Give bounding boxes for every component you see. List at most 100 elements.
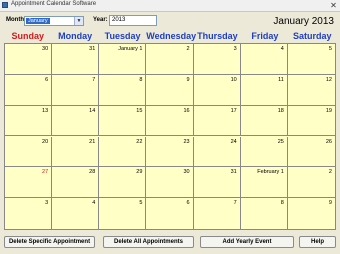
day-cell[interactable]: 4 — [52, 198, 100, 229]
day-number: 8 — [280, 200, 284, 207]
day-cell[interactable]: 8 — [99, 74, 147, 106]
day-cell[interactable]: 11 — [240, 74, 288, 106]
weekday-wednesday: Wednesday — [146, 31, 197, 41]
day-number: 15 — [136, 107, 143, 114]
day-number: 10 — [230, 76, 237, 83]
year-input[interactable]: 2013 — [109, 15, 157, 26]
day-number: 11 — [278, 76, 284, 83]
day-cell[interactable]: 12 — [287, 75, 335, 106]
day-number: 5 — [139, 200, 143, 207]
day-cell[interactable]: 16 — [146, 105, 194, 137]
day-number: 22 — [136, 138, 143, 145]
day-number: 9 — [328, 200, 332, 207]
weekday-thursday: Thursday — [197, 31, 238, 41]
day-cell[interactable]: 31 — [52, 44, 100, 75]
page-title: January 2013 — [273, 16, 334, 27]
day-cell[interactable]: 19 — [287, 106, 335, 137]
day-number: 13 — [42, 107, 49, 114]
day-number: 5 — [328, 46, 332, 52]
day-cell[interactable]: 24 — [193, 136, 241, 168]
day-cell[interactable]: 13 — [5, 105, 53, 137]
day-number: 2 — [186, 46, 190, 52]
day-number: February 1 — [257, 169, 284, 176]
day-cell[interactable]: 6 — [146, 198, 194, 229]
month-dropdown[interactable]: January ▼ — [24, 16, 84, 26]
day-number: 4 — [280, 46, 284, 52]
chevron-down-icon[interactable]: ▼ — [74, 17, 83, 25]
day-number: 7 — [92, 76, 96, 83]
delete-specific-appointment-button[interactable]: Delete Specific Appointment — [4, 236, 95, 248]
month-selected-value: January — [26, 18, 50, 24]
weekday-sunday: Sunday — [11, 31, 44, 41]
day-number: January 1 — [118, 46, 143, 52]
day-number: 30 — [183, 169, 190, 176]
day-cell[interactable]: 7 — [52, 74, 100, 106]
day-cell[interactable]: 27 — [5, 167, 53, 199]
day-cell[interactable]: 20 — [5, 136, 53, 168]
day-number: 16 — [183, 107, 190, 114]
delete-all-appointments-button[interactable]: Delete All Appointments — [103, 236, 194, 248]
title-bar: Appointment Calendar Software ✕ — [0, 0, 340, 12]
day-number: 25 — [277, 138, 284, 145]
day-cell[interactable]: 30 — [5, 44, 53, 75]
day-cell[interactable]: 21 — [52, 136, 100, 168]
window-title: Appointment Calendar Software — [11, 1, 97, 7]
day-number: 7 — [233, 200, 237, 207]
day-cell[interactable]: 14 — [52, 105, 100, 137]
day-number: 29 — [136, 169, 143, 176]
close-icon[interactable]: ✕ — [329, 1, 338, 10]
weekday-friday: Friday — [251, 31, 279, 41]
day-cell[interactable]: 28 — [52, 167, 100, 199]
day-cell[interactable]: 3 — [5, 198, 53, 229]
day-cell[interactable]: 8 — [241, 198, 288, 229]
day-cell[interactable]: 9 — [288, 198, 335, 229]
year-label: Year: — [93, 17, 108, 23]
day-cell[interactable]: 2 — [287, 167, 335, 199]
day-cell[interactable]: 15 — [99, 105, 147, 137]
day-number: 31 — [89, 46, 96, 52]
day-cell[interactable]: 10 — [193, 74, 241, 106]
day-number: 14 — [89, 107, 96, 114]
month-label: Month: — [6, 17, 26, 23]
day-cell[interactable]: 3 — [193, 44, 241, 75]
day-cell[interactable]: 23 — [146, 136, 194, 168]
day-cell[interactable]: January 1 — [99, 44, 147, 75]
day-cell[interactable]: February 1 — [240, 167, 288, 199]
add-yearly-event-button[interactable]: Add Yearly Event — [200, 236, 294, 248]
app-window: Appointment Calendar Software ✕ Month: J… — [0, 0, 340, 254]
day-number: 28 — [89, 169, 96, 176]
calendar-grid: 30 31 January 1 2 3 4 5 6 7 8 9 10 11 12 13 14 15 16 17 18 1… — [4, 43, 336, 230]
day-cell[interactable]: 17 — [193, 105, 241, 137]
day-number: 2 — [328, 169, 332, 176]
day-cell[interactable]: 18 — [240, 105, 288, 137]
weekday-tuesday: Tuesday — [104, 31, 141, 41]
day-cell[interactable]: 7 — [194, 198, 241, 229]
day-number: 30 — [42, 46, 49, 52]
help-button[interactable]: Help — [299, 236, 336, 248]
day-cell[interactable]: 5 — [99, 198, 147, 229]
weekday-saturday: Saturday — [293, 31, 332, 41]
day-number: 24 — [230, 138, 237, 145]
day-cell[interactable]: 30 — [146, 167, 194, 199]
day-number: 18 — [277, 107, 284, 114]
day-number: 26 — [325, 138, 332, 145]
weekday-monday: Monday — [58, 31, 93, 41]
day-cell[interactable]: 5 — [287, 44, 335, 75]
day-cell[interactable]: 4 — [240, 44, 288, 75]
day-number: 21 — [89, 138, 96, 145]
calendar-app-icon — [2, 2, 8, 8]
day-cell[interactable]: 6 — [5, 74, 53, 106]
day-cell[interactable]: 26 — [287, 137, 335, 168]
day-number: 6 — [186, 200, 190, 207]
day-cell[interactable]: 2 — [146, 44, 194, 75]
day-cell[interactable]: 25 — [240, 136, 288, 168]
day-cell[interactable]: 9 — [146, 74, 194, 106]
day-number: 12 — [325, 76, 332, 83]
day-cell[interactable]: 31 — [193, 167, 241, 199]
day-number: 4 — [92, 200, 96, 207]
day-number: 3 — [45, 200, 49, 207]
day-cell[interactable]: 22 — [99, 136, 147, 168]
button-bar: Delete Specific Appointment Delete All A… — [0, 235, 340, 251]
day-cell[interactable]: 29 — [99, 167, 147, 199]
day-number: 8 — [139, 76, 143, 83]
